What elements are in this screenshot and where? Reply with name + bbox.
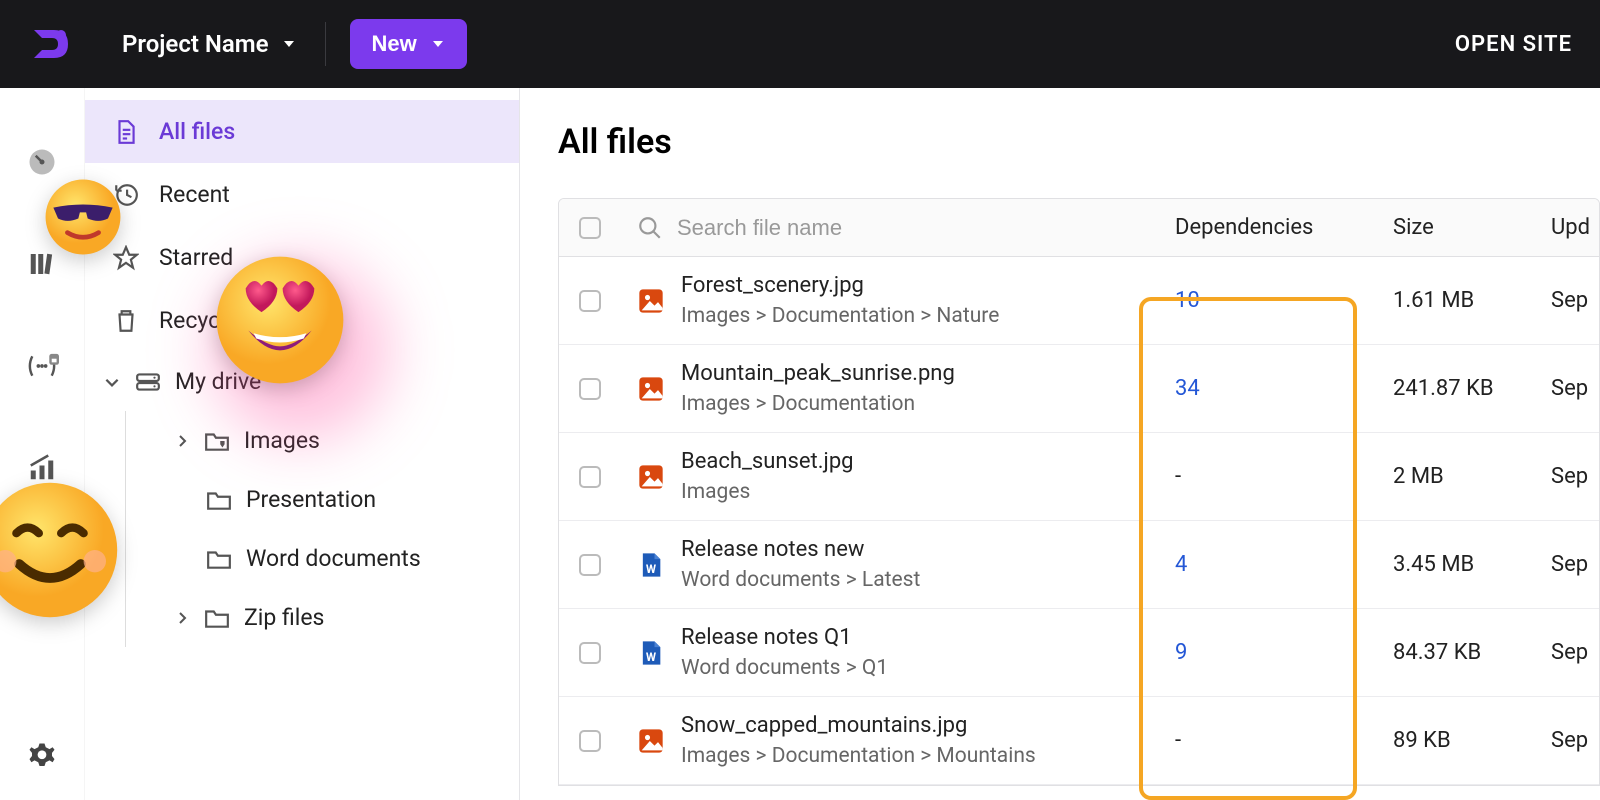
header-divider: [325, 22, 326, 66]
col-header-size[interactable]: Size: [1377, 215, 1535, 240]
size-value: 2 MB: [1377, 464, 1535, 489]
tree-label: Zip files: [244, 604, 324, 631]
size-value: 3.45 MB: [1377, 552, 1535, 577]
file-type-icon: [637, 463, 665, 491]
size-value: 1.61 MB: [1377, 288, 1535, 313]
file-type-icon: W: [637, 639, 665, 667]
table-header: Dependencies Size Upd: [559, 199, 1599, 257]
emoji-cool-icon: [44, 178, 122, 256]
updated-value: Sep: [1535, 728, 1599, 753]
app-header: Project Name New OPEN SITE: [0, 0, 1600, 88]
dependencies-value[interactable]: 10: [1175, 288, 1200, 313]
table-row[interactable]: Beach_sunset.jpg Images - 2 MBSep: [559, 433, 1599, 521]
tree-word-documents[interactable]: Word documents: [126, 529, 519, 588]
emoji-heart-eyes-icon: [214, 254, 346, 386]
sidebar-item-all-files[interactable]: All files: [85, 100, 519, 163]
file-path: Images > Documentation: [681, 392, 955, 416]
folder-icon: [206, 548, 232, 570]
trash-icon: [113, 308, 139, 334]
chevron-right-icon: [174, 610, 190, 626]
new-button-label: New: [372, 31, 417, 57]
row-checkbox[interactable]: [579, 642, 601, 664]
file-type-icon: [637, 287, 665, 315]
sidebar-item-recent[interactable]: Recent: [85, 163, 519, 226]
dependencies-value[interactable]: 9: [1175, 640, 1187, 665]
chevron-down-icon: [103, 373, 121, 391]
file-name: Beach_sunset.jpg: [681, 449, 854, 474]
open-site-link[interactable]: OPEN SITE: [1455, 32, 1572, 57]
row-checkbox[interactable]: [579, 378, 601, 400]
updated-value: Sep: [1535, 464, 1599, 489]
table-row[interactable]: W Release notes new Word documents > Lates…: [559, 521, 1599, 609]
updated-value: Sep: [1535, 640, 1599, 665]
sidebar-label: Recent: [159, 181, 230, 208]
dependencies-value[interactable]: 4: [1175, 552, 1187, 577]
chevron-down-icon: [431, 37, 445, 51]
new-button[interactable]: New: [350, 19, 467, 69]
chevron-down-icon: [281, 36, 297, 52]
file-type-icon: [637, 727, 665, 755]
dependencies-value: -: [1175, 728, 1181, 753]
file-icon: [113, 119, 139, 145]
file-path: Images > Documentation > Nature: [681, 304, 999, 328]
file-name: Release notes Q1: [681, 625, 888, 650]
size-value: 89 KB: [1377, 728, 1535, 753]
select-all-checkbox[interactable]: [579, 217, 601, 239]
file-path: Images: [681, 480, 854, 504]
drive-icon: [135, 371, 161, 393]
search-input[interactable]: [677, 215, 965, 241]
file-name: Mountain_peak_sunrise.png: [681, 361, 955, 386]
folder-shield-icon: [204, 430, 230, 452]
row-checkbox[interactable]: [579, 554, 601, 576]
table-row[interactable]: Mountain_peak_sunrise.png Images > Docume…: [559, 345, 1599, 433]
file-table: Dependencies Size Upd Forest_scenery.jpg…: [558, 198, 1600, 786]
row-checkbox[interactable]: [579, 466, 601, 488]
col-header-dependencies[interactable]: Dependencies: [1159, 215, 1377, 240]
tree-label: Presentation: [246, 486, 376, 513]
dependencies-value[interactable]: 34: [1175, 376, 1200, 401]
project-name-label: Project Name: [122, 30, 269, 58]
dependencies-value: -: [1175, 464, 1181, 489]
updated-value: Sep: [1535, 552, 1599, 577]
file-type-icon: [637, 375, 665, 403]
file-path: Word documents > Q1: [681, 656, 888, 680]
file-name: Snow_capped_mountains.jpg: [681, 713, 1036, 738]
folder-icon: [206, 489, 232, 511]
updated-value: Sep: [1535, 288, 1599, 313]
tree-presentation[interactable]: Presentation: [126, 470, 519, 529]
size-value: 241.87 KB: [1377, 376, 1535, 401]
file-name: Release notes new: [681, 537, 920, 562]
size-value: 84.37 KB: [1377, 640, 1535, 665]
search-icon: [637, 215, 663, 241]
svg-text:W: W: [646, 562, 657, 576]
table-row[interactable]: Forest_scenery.jpg Images > Documentation…: [559, 257, 1599, 345]
app-logo-icon: [28, 22, 72, 66]
file-path: Word documents > Latest: [681, 568, 920, 592]
updated-value: Sep: [1535, 376, 1599, 401]
svg-text:W: W: [646, 650, 657, 664]
rail-api-icon[interactable]: [22, 346, 62, 386]
sidebar-label: All files: [159, 118, 235, 145]
sidebar: All files Recent Starred Recycle My driv…: [85, 88, 520, 800]
row-checkbox[interactable]: [579, 290, 601, 312]
project-dropdown[interactable]: Project Name: [122, 30, 297, 58]
file-name: Forest_scenery.jpg: [681, 273, 999, 298]
rail-dashboard-icon[interactable]: [22, 142, 62, 182]
file-path: Images > Documentation > Mountains: [681, 744, 1036, 768]
chevron-right-icon: [174, 433, 190, 449]
main-area: All files Dependencies Size Upd Forest_s…: [520, 88, 1600, 800]
rail-settings-icon[interactable]: [22, 736, 62, 776]
folder-icon: [204, 607, 230, 629]
col-header-updated[interactable]: Upd: [1535, 215, 1599, 240]
tree-label: Word documents: [246, 545, 421, 572]
emoji-smile-icon: [0, 480, 120, 620]
file-type-icon: W: [637, 551, 665, 579]
tree-zip-files[interactable]: Zip files: [126, 588, 519, 647]
row-checkbox[interactable]: [579, 730, 601, 752]
table-row[interactable]: W Release notes Q1 Word documents > Q1 9 84.…: [559, 609, 1599, 697]
table-row[interactable]: Snow_capped_mountains.jpg Images > Docume…: [559, 697, 1599, 785]
page-title: All files: [558, 122, 1600, 162]
